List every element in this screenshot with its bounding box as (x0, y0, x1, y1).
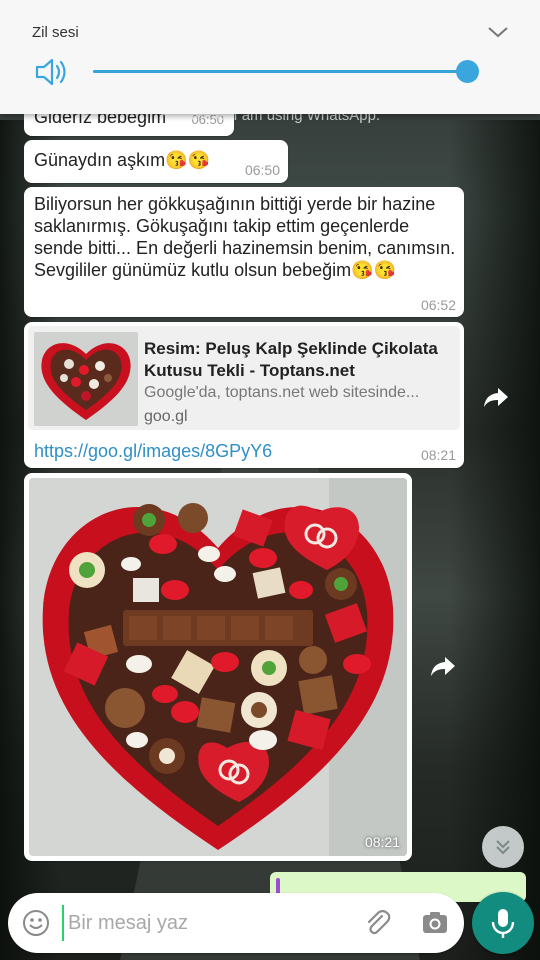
volume-slider-thumb[interactable] (455, 60, 479, 83)
volume-panel-title: Zil sesi (32, 24, 79, 41)
link-preview-thumbnail (34, 332, 138, 426)
paperclip-icon[interactable] (362, 908, 392, 938)
speaker-icon[interactable] (34, 56, 70, 88)
message-time: 08:21 (364, 834, 400, 850)
forward-icon (484, 388, 508, 407)
message-time: 06:52 (420, 297, 456, 313)
message-compose-bar (8, 893, 464, 953)
forward-icon (431, 657, 455, 676)
message-text: Günaydın aşkım😘😘 (34, 150, 210, 170)
message-bubble[interactable]: Biliyorsun her gökkuşağının bittiği yerd… (24, 187, 464, 317)
double-chevron-down-icon (496, 840, 510, 855)
link-preview-domain: goo.gl (144, 408, 188, 425)
link-preview-card[interactable]: Resim: Peluş Kalp Şeklinde Çikolata Kutu… (28, 326, 460, 430)
voice-message-button[interactable] (472, 892, 534, 954)
message-bubble[interactable]: Günaydın aşkım😘😘 06:50 (24, 140, 288, 183)
message-time: 08:21 (420, 447, 456, 463)
message-time: 06:50 (244, 162, 280, 178)
link-message-bubble[interactable]: Resim: Peluş Kalp Şeklinde Çikolata Kutu… (24, 322, 464, 468)
volume-slider-track[interactable] (93, 70, 467, 73)
message-input[interactable] (62, 905, 352, 941)
image-message-bubble[interactable]: 08:21 (24, 473, 412, 861)
emoji-icon[interactable] (22, 909, 50, 937)
message-link[interactable]: https://goo.gl/images/8GPyY6 (34, 441, 272, 462)
camera-icon[interactable] (420, 908, 450, 938)
scroll-to-bottom-button[interactable] (482, 826, 524, 868)
link-preview-description: Google'da, toptans.net web sitesinde... (144, 384, 420, 401)
volume-panel: Zil sesi (0, 0, 540, 114)
chevron-down-icon[interactable] (486, 22, 510, 42)
chocolate-box-photo[interactable] (29, 478, 407, 856)
microphone-icon (491, 909, 515, 938)
forward-button[interactable] (478, 379, 514, 415)
forward-button[interactable] (425, 648, 461, 684)
message-text: Biliyorsun her gökkuşağının bittiği yerd… (34, 194, 456, 280)
link-preview-title: Resim: Peluş Kalp Şeklinde Çikolata Kutu… (144, 339, 438, 380)
volume-slider-fill (93, 70, 467, 73)
